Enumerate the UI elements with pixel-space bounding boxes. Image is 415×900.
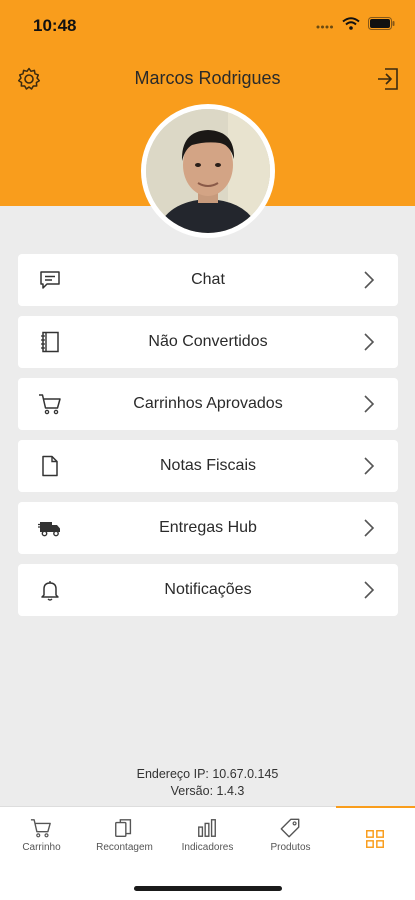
chevron-right-icon xyxy=(364,457,375,475)
tab-produtos[interactable]: Produtos xyxy=(249,807,332,861)
logout-icon xyxy=(378,68,398,90)
avatar[interactable] xyxy=(141,104,275,238)
tag-icon xyxy=(280,818,300,838)
ip-address: Endereço IP: 10.67.0.145 xyxy=(136,767,279,781)
app-version: Versão: 1.4.3 xyxy=(170,784,245,798)
home-indicator xyxy=(134,886,282,891)
menu-item-label: Não Convertidos xyxy=(148,333,268,350)
menu-item-chat[interactable]: Chat xyxy=(18,254,398,306)
status-time: 10:48 xyxy=(33,16,77,35)
menu-item-label: Entregas Hub xyxy=(159,519,257,536)
grid-icon xyxy=(366,830,384,848)
tab-label: Recontagem xyxy=(96,842,153,853)
menu-item-label: Chat xyxy=(191,271,225,288)
tab-label: Produtos xyxy=(270,842,311,853)
bottom-tab-bar: Carrinho Recontagem Indicadores Produtos xyxy=(0,806,415,900)
chevron-right-icon xyxy=(364,581,375,599)
menu-item-nao-convertidos[interactable]: Não Convertidos xyxy=(18,316,398,368)
menu-item-label: Notas Fiscais xyxy=(159,457,257,474)
status-bar: 10:48 xyxy=(0,0,415,52)
tab-carrinho[interactable]: Carrinho xyxy=(0,807,83,861)
menu-item-notificacoes[interactable]: Notificações xyxy=(18,564,398,616)
signal-icon xyxy=(316,25,333,28)
avatar-portrait xyxy=(146,109,270,233)
cart-icon xyxy=(30,819,51,838)
app-info: Endereço IP: 10.67.0.145 Versão: 1.4.3 xyxy=(0,766,415,800)
menu-item-entregas-hub[interactable]: Entregas Hub xyxy=(18,502,398,554)
copy-icon xyxy=(115,819,132,837)
chevron-right-icon xyxy=(364,333,375,351)
tab-label: Indicadores xyxy=(181,842,234,853)
menu-list: Chat Não Convertidos Carrinhos Aprovados xyxy=(18,254,398,626)
avatar-photo xyxy=(146,109,270,233)
status-icons xyxy=(316,17,395,30)
tab-label: Carrinho xyxy=(22,842,61,853)
bar-chart-icon xyxy=(198,819,216,837)
chevron-right-icon xyxy=(364,271,375,289)
menu-item-carrinhos-aprovados[interactable]: Carrinhos Aprovados xyxy=(18,378,398,430)
chevron-right-icon xyxy=(364,519,375,537)
battery-icon xyxy=(368,17,395,30)
logout-button[interactable] xyxy=(375,66,401,92)
menu-item-label: Notificações xyxy=(164,581,252,598)
menu-item-label: Carrinhos Aprovados xyxy=(133,395,283,412)
tab-recontagem[interactable]: Recontagem xyxy=(83,807,166,861)
chevron-right-icon xyxy=(364,395,375,413)
user-name: Marcos Rodrigues xyxy=(134,68,281,88)
wifi-icon xyxy=(342,17,360,30)
tab-menu[interactable] xyxy=(336,806,415,860)
tab-indicadores[interactable]: Indicadores xyxy=(166,807,249,861)
title-row: Marcos Rodrigues xyxy=(0,62,415,96)
menu-item-notas-fiscais[interactable]: Notas Fiscais xyxy=(18,440,398,492)
